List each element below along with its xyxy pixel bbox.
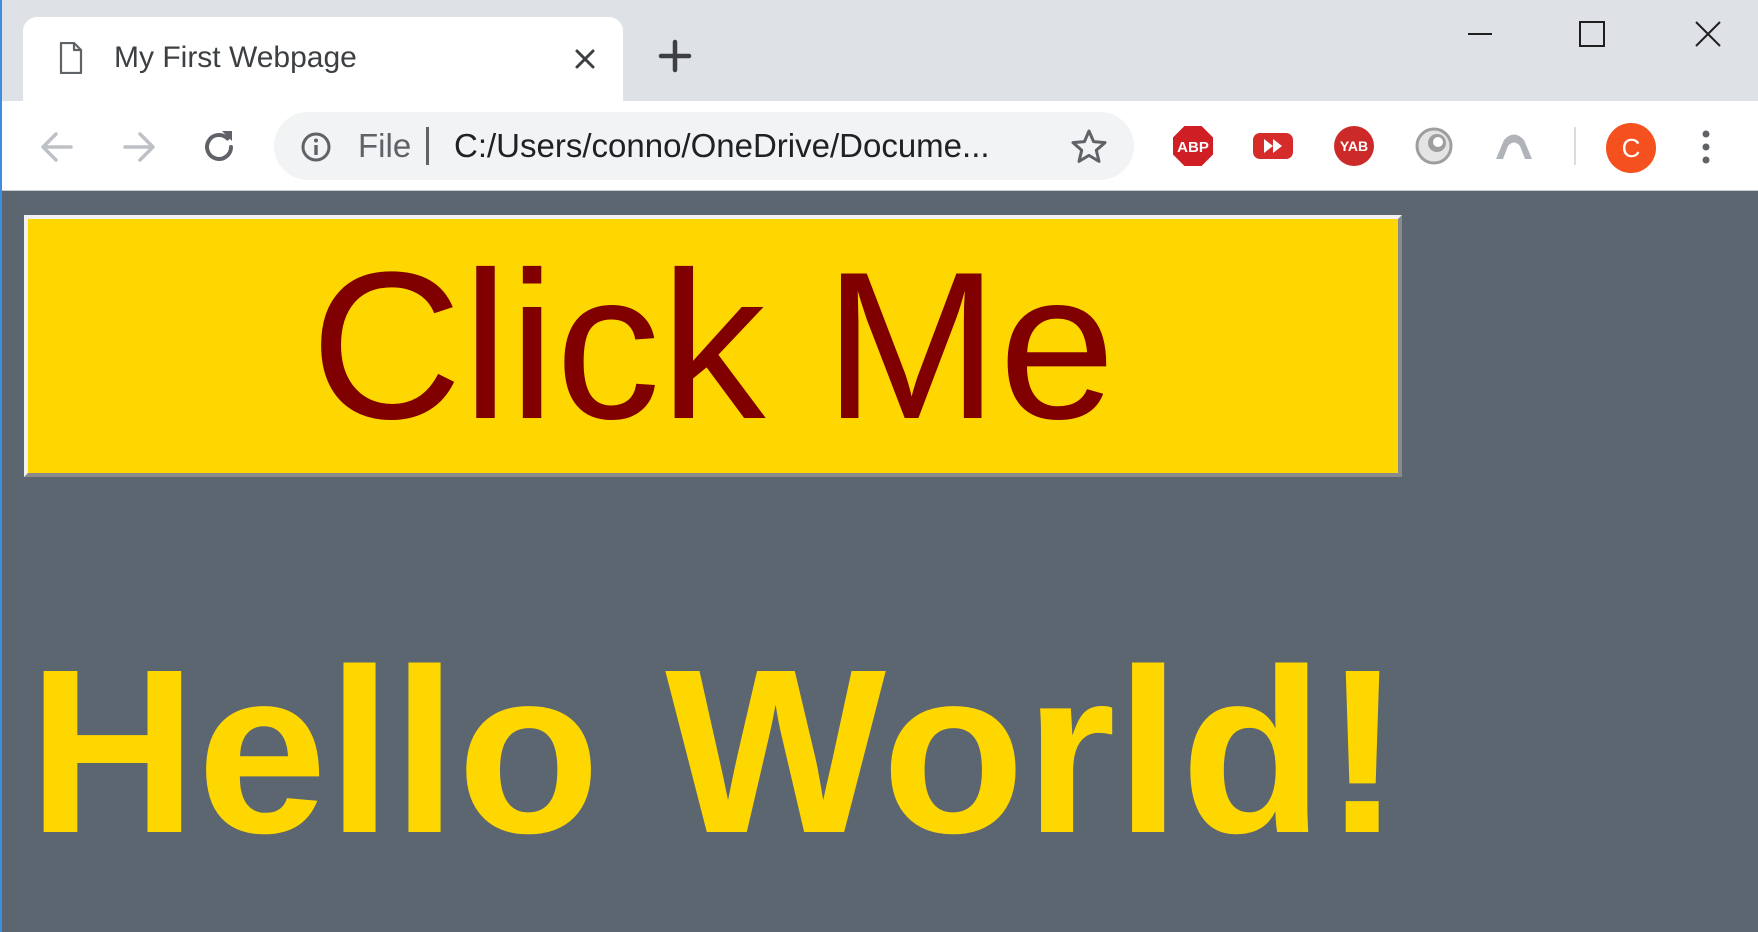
hello-heading: Hello World!: [28, 620, 1402, 882]
arrow-left-icon[interactable]: [35, 125, 79, 169]
info-icon[interactable]: [300, 131, 332, 163]
window-close-icon[interactable]: [1676, 14, 1740, 54]
tab-title: My First Webpage: [114, 41, 357, 74]
kebab-menu-icon[interactable]: [1696, 125, 1716, 169]
address-bar[interactable]: File C:/Users/conno/OneDrive/Docume...: [274, 112, 1134, 180]
browser-window: My First Webpage File C:/Users/conno/One…: [0, 0, 1758, 932]
star-icon[interactable]: [1070, 128, 1108, 166]
click-me-button[interactable]: Click Me: [24, 215, 1402, 477]
tab-active[interactable]: My First Webpage: [23, 17, 623, 101]
arrow-right-icon[interactable]: [117, 125, 161, 169]
plus-icon[interactable]: [657, 38, 693, 74]
youtube-skip-icon[interactable]: [1250, 123, 1296, 169]
adblock-plus-icon[interactable]: ABP: [1170, 123, 1216, 169]
omnibox-separator: [426, 127, 429, 165]
yab-icon[interactable]: YAB: [1331, 123, 1377, 169]
adblock-plus-label: ABP: [1177, 139, 1209, 156]
profile-avatar[interactable]: C: [1606, 123, 1656, 173]
page-icon: [59, 42, 83, 74]
toolbar: File C:/Users/conno/OneDrive/Docume... A…: [2, 101, 1758, 191]
scheme-label: File: [358, 127, 412, 164]
url-text[interactable]: C:/Users/conno/OneDrive/Docume...: [454, 126, 1054, 166]
maximize-icon[interactable]: [1560, 14, 1624, 54]
minimize-icon[interactable]: [1448, 14, 1512, 54]
toolbar-separator: [1574, 127, 1576, 165]
reload-icon[interactable]: [197, 125, 241, 169]
yab-label: YAB: [1340, 138, 1368, 154]
close-icon[interactable]: [571, 45, 599, 73]
tab-strip: My First Webpage: [2, 0, 1758, 101]
page-viewport: Click Me Hello World!: [2, 191, 1758, 932]
arc-extension-icon[interactable]: [1491, 123, 1537, 169]
round-extension-icon[interactable]: [1411, 123, 1457, 169]
